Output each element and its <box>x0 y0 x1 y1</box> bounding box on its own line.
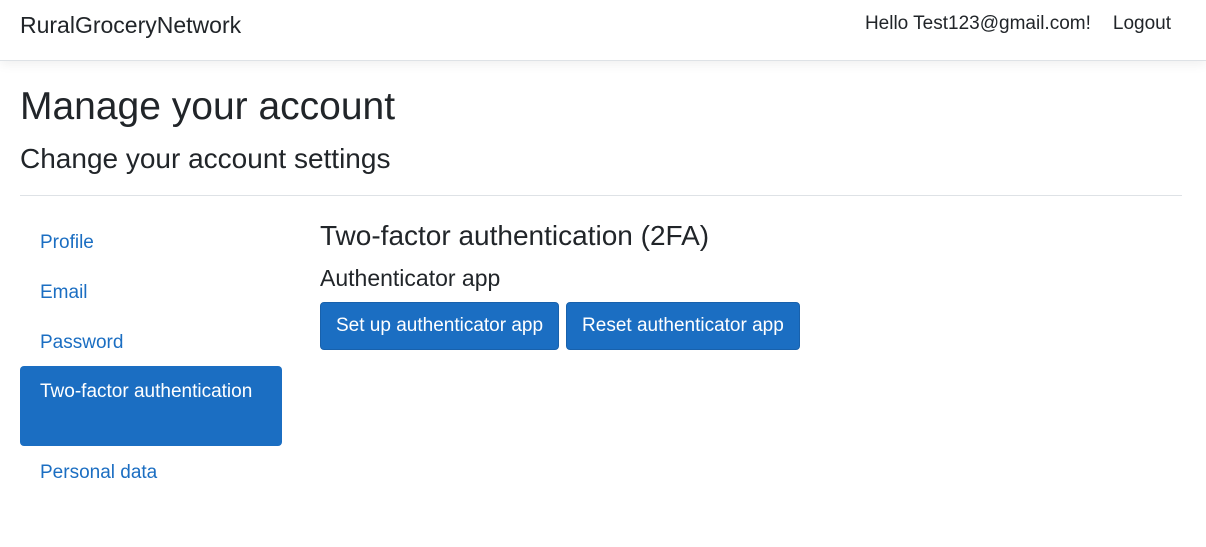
account-sidebar: Profile Email Password Two-factor authen… <box>20 216 282 496</box>
header-divider <box>20 195 1182 196</box>
brand-link[interactable]: RuralGroceryNetwork <box>20 11 241 39</box>
reset-authenticator-button[interactable]: Reset authenticator app <box>566 302 800 350</box>
setup-authenticator-button[interactable]: Set up authenticator app <box>320 302 560 350</box>
sidebar-item-two-factor-authentication[interactable]: Two-factor authentication <box>20 366 282 446</box>
page-subtitle: Change your account settings <box>20 143 391 174</box>
authenticator-actions: Set up authenticator app Reset authentic… <box>320 302 1180 350</box>
sidebar-item-personal-data[interactable]: Personal data <box>20 446 282 496</box>
main-content: Two-factor authentication (2FA) Authenti… <box>320 216 1180 350</box>
sidebar-item-profile[interactable]: Profile <box>20 216 282 266</box>
sidebar-item-email[interactable]: Email <box>20 266 282 316</box>
section-heading: Two-factor authentication (2FA) <box>320 220 710 251</box>
user-greeting-link[interactable]: Hello Test123@gmail.com! <box>865 12 1091 36</box>
page-title: Manage your account <box>20 85 396 128</box>
logout-button[interactable]: Logout <box>1113 12 1171 36</box>
section-subheading: Authenticator app <box>320 265 501 291</box>
navbar-user-menu: Hello Test123@gmail.com! Logout <box>865 12 1171 36</box>
top-navbar: RuralGroceryNetwork Hello Test123@gmail.… <box>0 0 1206 61</box>
sidebar-item-password[interactable]: Password <box>20 316 282 366</box>
